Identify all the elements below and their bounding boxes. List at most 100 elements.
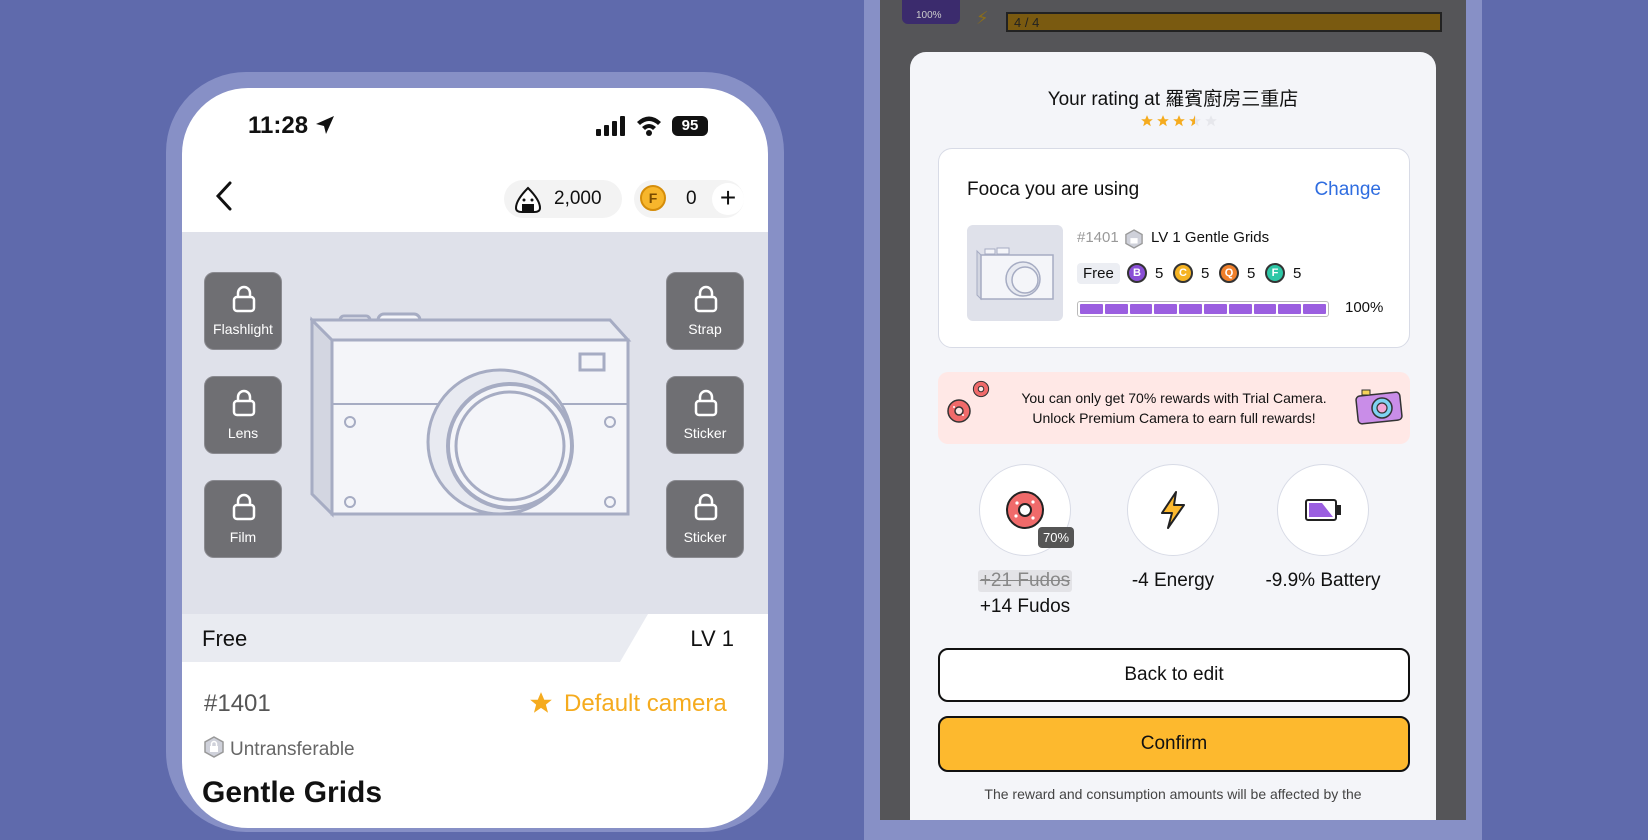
camera-thumbnail: [967, 225, 1063, 321]
slot-label: Sticker: [683, 529, 727, 545]
rating-star-icon: [1157, 115, 1169, 127]
stat-q-icon: Q: [1219, 263, 1239, 283]
default-camera-label: Default camera: [564, 690, 727, 717]
slot-label: Flashlight: [213, 321, 273, 337]
durability-segment: [1228, 304, 1252, 314]
donut-icon: [1006, 491, 1044, 529]
wifi-icon: [637, 116, 661, 136]
battery-cost-label: -9.9% Battery: [1265, 570, 1381, 591]
camera-id: #1401: [204, 690, 271, 717]
fudos-actual: +14 Fudos: [979, 596, 1071, 617]
onigiri-balance[interactable]: 2,000: [504, 180, 622, 218]
coin-icon: F: [640, 185, 666, 211]
signal-icon: [596, 116, 625, 136]
lock-icon: [694, 389, 718, 417]
lock-icon: [694, 493, 718, 521]
background-camera-thumb: 100%: [902, 0, 960, 24]
lock-icon: [694, 285, 718, 313]
camera-showcase: Flashlight Lens Film Strap Sticker Stick…: [182, 232, 768, 614]
fudos-reward-icon-circle: 70%: [979, 464, 1075, 556]
stat-b-value: 5: [1155, 265, 1164, 282]
notice-line-2: Unlock Premium Camera to earn full rewar…: [1032, 410, 1316, 426]
trial-camera-notice: You can only get 70% rewards with Trial …: [938, 372, 1410, 444]
camera-illustration: [310, 312, 632, 518]
energy-icon-circle: [1127, 464, 1219, 556]
rating-stars: [1140, 114, 1220, 133]
premium-camera-icon: [1355, 389, 1403, 425]
lightning-bolt-icon: [1161, 491, 1185, 529]
durability-segment: [1129, 304, 1153, 314]
stat-c-value: 5: [1201, 265, 1210, 282]
durability-bar: [1077, 301, 1329, 317]
background-bolt-icon: ⚡: [976, 8, 989, 28]
back-chevron-icon[interactable]: [212, 180, 236, 212]
camera-thumbnail-icon: [976, 247, 1054, 301]
stat-f-value: 5: [1293, 265, 1302, 282]
background-energy-value: 4 / 4: [1014, 15, 1040, 30]
lock-icon: [232, 389, 256, 417]
camera-name: Gentle Grids: [202, 776, 383, 809]
durability-percent: 100%: [1345, 299, 1384, 316]
coin-count: 0: [686, 188, 697, 209]
rating-star-icon: [1141, 115, 1153, 127]
free-label: Free: [202, 626, 248, 651]
camera-info-bar: Free LV 1: [182, 614, 768, 662]
slot-film[interactable]: Film: [204, 480, 282, 558]
fudos-original: +21 Fudos: [977, 570, 1073, 592]
durability-segment: [1104, 304, 1128, 314]
star-icon: [530, 692, 552, 713]
camera-in-use-heading: Fooca you are using: [967, 179, 1140, 200]
slot-label: Film: [229, 529, 257, 545]
using-camera-id: #1401: [1077, 229, 1119, 246]
stat-f-icon: F: [1265, 263, 1285, 283]
coin-balance[interactable]: F 0 +: [634, 180, 744, 218]
battery-icon-circle: [1277, 464, 1369, 556]
confirm-button[interactable]: Confirm: [938, 716, 1410, 772]
rating-star-icon: [1173, 115, 1185, 127]
battery-icon: [1305, 499, 1341, 521]
untransferable-tag: Untransferable: [204, 736, 355, 761]
slot-lens[interactable]: Lens: [204, 376, 282, 454]
durability-segment: [1179, 304, 1202, 314]
left-phone-screen: 11:28 95 2,000 F 0 + Flashlight Lens Fil…: [182, 88, 768, 828]
reward-percent-badge: 70%: [1038, 527, 1075, 548]
energy-cost: -4 Energy: [1098, 464, 1248, 592]
battery-cost: -9.9% Battery: [1248, 464, 1398, 592]
rating-star-icon: [1205, 115, 1217, 127]
slot-sticker-1[interactable]: Sticker: [666, 376, 744, 454]
shield-lock-icon: [204, 736, 224, 758]
change-camera-link[interactable]: Change: [1314, 179, 1381, 201]
level-tab: LV 1: [620, 614, 768, 662]
lock-icon: [232, 285, 256, 313]
onigiri-count: 2,000: [554, 188, 602, 209]
slot-label: Strap: [688, 321, 722, 337]
durability-segment: [1203, 304, 1227, 314]
using-camera-free-tag: Free: [1077, 263, 1120, 284]
background-energy-bar: 4 / 4: [1006, 12, 1442, 32]
fudos-reward: 70% +21 Fudos +14 Fudos: [950, 464, 1100, 618]
stat-q-value: 5: [1247, 265, 1256, 282]
donut-icon: [972, 380, 990, 398]
slot-label: Sticker: [683, 425, 727, 441]
stat-c-icon: C: [1173, 263, 1193, 283]
donut-icon: [947, 399, 971, 423]
untransferable-label: Untransferable: [230, 739, 355, 760]
add-coin-button[interactable]: +: [712, 183, 744, 215]
background-thumb-percent: 100%: [916, 10, 942, 21]
durability-segment: [1154, 304, 1178, 314]
battery-indicator: 95: [672, 116, 708, 136]
slot-flashlight[interactable]: Flashlight: [204, 272, 282, 350]
durability-segment: [1253, 304, 1277, 314]
durability-segment: [1278, 304, 1302, 314]
slot-strap[interactable]: Strap: [666, 272, 744, 350]
level-label: LV 1: [690, 626, 734, 651]
slot-sticker-2[interactable]: Sticker: [666, 480, 744, 558]
right-phone-screen: 100% ⚡ 4 / 4 Your rating at 羅賓廚房三重店 Fooc…: [880, 0, 1466, 820]
stat-b-icon: B: [1127, 263, 1147, 283]
back-to-edit-button[interactable]: Back to edit: [938, 648, 1410, 702]
onigiri-icon: [514, 186, 542, 213]
using-camera-level-name: LV 1 Gentle Grids: [1151, 229, 1270, 246]
notice-text: You can only get 70% rewards with Trial …: [994, 388, 1354, 428]
durability-segment: [1080, 304, 1103, 314]
location-arrow-icon: [316, 116, 334, 134]
